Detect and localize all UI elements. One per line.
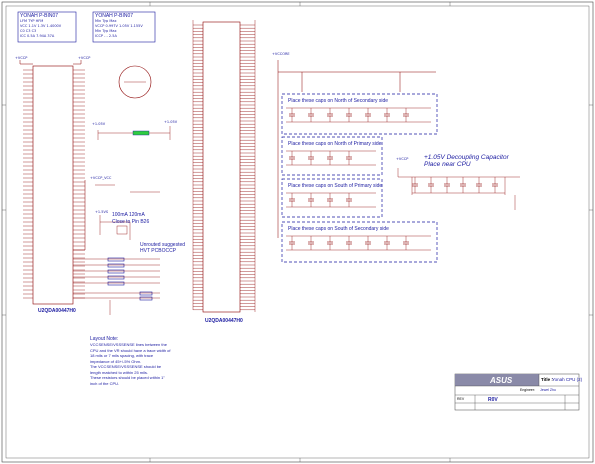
decoupling-subtitle: Place near CPU bbox=[424, 161, 471, 168]
schematic-sheet bbox=[1, 1, 594, 463]
note-hvt: HVT PCBOCCP bbox=[140, 248, 177, 254]
net-decoupling: +VCCP bbox=[396, 157, 409, 161]
spec-table-2-row-3: Min Typ Max bbox=[95, 29, 117, 33]
engineer-name: Jewel Zhu bbox=[540, 388, 556, 392]
net-vccp-vcc: +VCCP_VCC bbox=[90, 176, 112, 180]
spec-table-1-row-4: ICC 0.5A 7.94A 37A bbox=[20, 34, 55, 38]
left-ic-label: U2QDA00447H0 bbox=[38, 308, 76, 314]
layout-note-line: The VCCSENSE/VSSSENSE should be bbox=[90, 364, 162, 369]
note-current: 100mA 120mA bbox=[112, 212, 145, 218]
center-ic bbox=[193, 21, 255, 313]
layout-note-line: These resistors should be placed within … bbox=[90, 375, 165, 380]
net-left-top-2: +VCCP bbox=[78, 56, 91, 60]
engineer-label: Engineer: bbox=[520, 388, 535, 392]
cap-group-3-label: Place these caps on South of Primary sid… bbox=[288, 183, 383, 189]
rev-value: R0V bbox=[488, 397, 498, 403]
rev-label: REV bbox=[457, 397, 465, 401]
net-left-top: +VCCP bbox=[15, 56, 28, 60]
sheet-border bbox=[1, 1, 594, 463]
layout-note-line: inch of the CPU. bbox=[90, 380, 120, 386]
left-ic bbox=[23, 65, 85, 305]
net-1-5vs: +1.5VS bbox=[95, 210, 109, 214]
spec-table-2-row-4: ICCP - - 2.5A bbox=[95, 34, 117, 38]
spec-table-1-row-3: C0 C3 C3 bbox=[20, 29, 37, 33]
sheet-title: Yonah CPU (2) bbox=[552, 377, 583, 382]
net-1-05-a: +1.05V bbox=[92, 122, 106, 126]
spec-table-1-row-2: VCC 1.1V 1.3V 1.4000V bbox=[20, 24, 62, 28]
net-1-05-b: +1.05V bbox=[164, 120, 178, 124]
layout-note-body: VCCSENSE/VSSSENSE lines between the CPU a… bbox=[90, 342, 171, 386]
cap-group-2-label: Place these caps on North of Primary sid… bbox=[288, 141, 382, 147]
note-close-pin: Close to Pin B26 bbox=[112, 219, 150, 225]
spec-table-2-row-1: Min Typ Max bbox=[95, 19, 117, 23]
brand-logo: ASUS bbox=[490, 376, 513, 385]
net-vcore: +VCCORE bbox=[272, 52, 290, 56]
layout-note-line: VCCSENSE/VSSSENSE lines between the bbox=[90, 342, 167, 347]
center-ic-label: U2QDA00447H0 bbox=[205, 318, 243, 324]
decoupling-title: +1.05V Decoupling Capacitor bbox=[424, 154, 509, 161]
green-resistor bbox=[132, 130, 150, 136]
cap-group-4-label: Place these caps on South of Secondary s… bbox=[288, 226, 389, 232]
spec-table-2-row-2: VCCP 0.997V 1.05V 1.155V bbox=[95, 24, 143, 28]
cap-group-1-label: Place these caps on North of Secondary s… bbox=[288, 98, 389, 104]
